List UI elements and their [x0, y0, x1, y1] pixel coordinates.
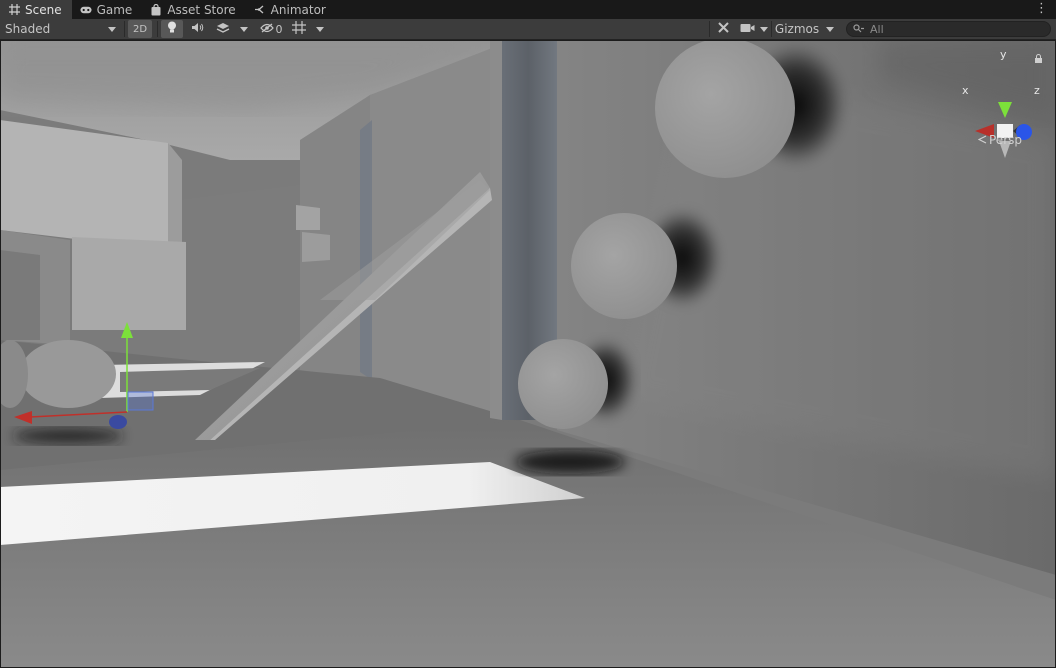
toggle-2d-button[interactable]: 2D	[128, 20, 152, 38]
effects-toggle-button[interactable]	[211, 19, 235, 39]
tab-asset-store-label: Asset Store	[167, 2, 236, 17]
lighting-toggle-button[interactable]	[161, 20, 183, 38]
gamepad-icon	[80, 4, 92, 16]
hidden-count: 0	[275, 22, 283, 36]
shopping-bag-icon	[150, 3, 162, 16]
eye-slash-icon	[259, 22, 274, 36]
gizmos-dropdown[interactable]	[822, 19, 838, 39]
editor-tab-bar: Scene Game Asset Store Animator ⋮	[0, 0, 1056, 19]
tab-animator-label: Animator	[270, 2, 326, 17]
scene-viewport[interactable]: y x z Persp	[0, 40, 1056, 668]
hidden-objects-toggle[interactable]: 0	[256, 19, 286, 39]
gizmos-label: Gizmos	[774, 22, 820, 36]
grid-toggle-button[interactable]	[289, 19, 309, 39]
gizmo-y-label[interactable]: y	[1000, 48, 1007, 61]
speaker-icon	[191, 22, 204, 36]
projection-label: Persp	[989, 133, 1022, 147]
gizmos-button[interactable]: Gizmos	[772, 19, 822, 39]
grid-snap-icon	[292, 21, 306, 37]
gizmo-z-label[interactable]: z	[1034, 84, 1040, 97]
gizmo-x-label[interactable]: x	[962, 84, 969, 97]
hierarchy-search-field[interactable]: All	[846, 21, 1051, 37]
animator-icon	[254, 4, 266, 16]
chevron-down-icon	[826, 26, 834, 32]
chevron-left-icon	[977, 133, 987, 147]
chevron-down-icon	[108, 26, 116, 32]
tools-icon	[717, 21, 730, 37]
tab-scene[interactable]: Scene	[0, 0, 72, 19]
search-placeholder: All	[870, 22, 884, 36]
camera-settings-dropdown[interactable]	[737, 19, 771, 39]
lock-icon[interactable]	[1034, 52, 1043, 63]
orientation-gizmo[interactable]	[955, 90, 1045, 165]
tab-animator[interactable]: Animator	[246, 0, 336, 19]
toolbar-divider	[124, 21, 125, 37]
camera-icon	[740, 22, 755, 36]
projection-toggle[interactable]: Persp	[977, 133, 1022, 147]
tab-game-label: Game	[96, 2, 133, 17]
grid-icon	[8, 4, 20, 16]
tab-game[interactable]: Game	[72, 0, 143, 19]
scene-render	[0, 40, 1056, 668]
tools-button[interactable]	[712, 19, 734, 39]
scene-toolbar: Shaded 2D 0 Gizmos All	[0, 19, 1056, 40]
grid-dropdown[interactable]	[313, 19, 327, 39]
lightbulb-icon	[167, 21, 177, 37]
audio-toggle-button[interactable]	[186, 19, 208, 39]
more-options-icon[interactable]: ⋮	[1035, 1, 1048, 16]
toolbar-divider	[709, 21, 710, 37]
chevron-down-icon	[316, 26, 324, 32]
tab-asset-store[interactable]: Asset Store	[142, 0, 245, 19]
effects-dropdown[interactable]	[237, 19, 251, 39]
chevron-down-icon	[760, 26, 768, 32]
toolbar-divider	[157, 21, 158, 37]
search-icon	[853, 23, 864, 36]
tab-scene-label: Scene	[25, 2, 62, 17]
chevron-down-icon	[240, 26, 248, 32]
layers-icon	[216, 22, 230, 37]
draw-mode-dropdown[interactable]: Shaded	[0, 19, 122, 39]
draw-mode-label: Shaded	[5, 22, 51, 36]
toggle-2d-label: 2D	[132, 23, 148, 35]
